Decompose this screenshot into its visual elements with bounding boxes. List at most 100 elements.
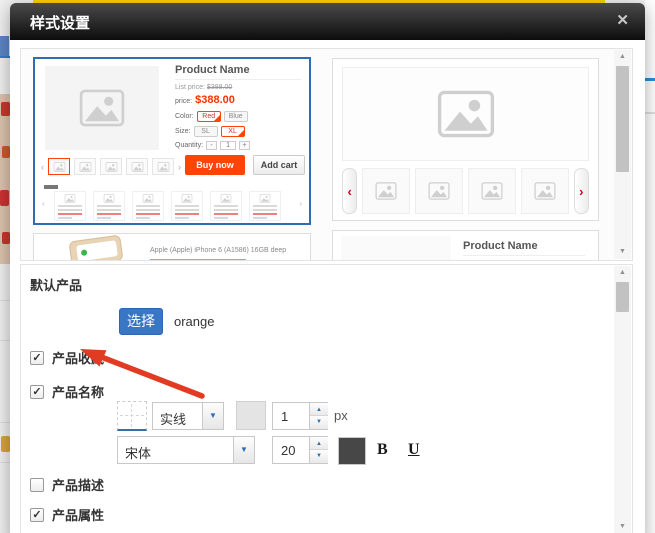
preview-color-row: Color: Red Blue	[175, 111, 248, 122]
thumbnail	[74, 158, 96, 175]
preview-price-line	[150, 259, 246, 261]
screen: 样式设置 ✕ Product Name List price: $388.00 …	[0, 0, 655, 533]
thumbnail	[126, 158, 148, 175]
chevron-right-icon: ›	[299, 199, 302, 208]
size-option-xl: XL	[221, 126, 245, 137]
checkbox-product-description[interactable]	[30, 478, 44, 492]
checkbox-product-name[interactable]: ✓	[30, 385, 44, 399]
bold-button[interactable]: B	[377, 441, 388, 459]
preview-quantity-row: Quantity: - 1 +	[175, 141, 250, 150]
style-settings-dialog: 样式设置 ✕ Product Name List price: $388.00 …	[10, 3, 645, 533]
row-product-favorite: ✓ 产品收藏	[30, 348, 104, 367]
chevron-down-icon[interactable]: ▼	[233, 437, 254, 463]
preview-price: price:$388.00	[175, 94, 235, 106]
checkbox-label: 产品属性	[52, 505, 104, 524]
checkbox-label: 产品收藏	[52, 348, 104, 367]
border-side-picker[interactable]	[117, 401, 147, 431]
thumbnail	[362, 168, 410, 214]
quantity-minus: -	[206, 141, 217, 150]
dialog-title: 样式设置	[30, 12, 90, 33]
row-product-attributes: ✓ 产品属性	[30, 505, 104, 524]
default-product-label: 默认产品	[30, 275, 82, 294]
template-card-detail2[interactable]: Product Name List price: $388.00	[332, 230, 599, 261]
related-product-card	[54, 191, 86, 221]
selected-product-value: orange	[174, 314, 214, 329]
chevron-left-icon: ‹	[342, 168, 357, 214]
scroll-up-icon[interactable]: ▲	[614, 50, 631, 64]
checkbox-label: 产品描述	[52, 475, 104, 494]
thumbnail	[521, 168, 569, 214]
product-image-placeholder	[45, 66, 159, 150]
scroll-up-icon[interactable]: ▲	[614, 266, 631, 280]
template-card-selected[interactable]: Product Name List price: $388.00 price:$…	[33, 57, 311, 225]
product-image-placeholder	[341, 236, 451, 261]
scrollbar-thumb[interactable]	[616, 66, 629, 172]
thumbnail	[468, 168, 516, 214]
related-product-card	[93, 191, 125, 221]
chevron-down-icon[interactable]: ▼	[202, 403, 223, 429]
font-color-swatch[interactable]	[338, 437, 366, 465]
preview-size-row: Size: SL XL	[175, 126, 245, 137]
preview-product-name: Product Name	[175, 64, 301, 80]
preview-product-name: Product Name	[463, 240, 585, 256]
related-products-label	[44, 185, 58, 189]
chevron-left-icon: ‹	[41, 162, 44, 172]
dialog-header: 样式设置 ✕	[10, 3, 645, 40]
border-width-spinner[interactable]: 1 ▲ ▼	[272, 402, 328, 430]
close-icon[interactable]: ✕	[616, 11, 629, 29]
thumbnail	[100, 158, 122, 175]
product-image-placeholder	[342, 67, 589, 161]
scroll-down-icon[interactable]: ▼	[614, 520, 631, 533]
preview-list-price: List price: $388.00	[175, 84, 232, 91]
border-style-select[interactable]: 实线 ▼	[152, 402, 224, 430]
quantity-value: 1	[220, 141, 236, 150]
font-size-spinner[interactable]: 20 ▲ ▼	[272, 436, 328, 464]
buy-now-button: Buy now	[185, 155, 245, 175]
related-products-section: ‹ ›	[38, 183, 306, 221]
checkbox-label: 产品名称	[52, 382, 104, 401]
size-option-sl: SL	[194, 126, 218, 137]
thumbnail	[415, 168, 463, 214]
preview-thumbnail-carousel: ‹ ›	[342, 167, 589, 215]
spinner-down-icon[interactable]: ▼	[310, 450, 328, 463]
template-card-gallery[interactable]: ‹ ›	[332, 58, 599, 221]
preview-thumbnail-strip: ‹ ›	[41, 158, 181, 175]
spinner-up-icon[interactable]: ▲	[310, 437, 328, 450]
thumbnail	[48, 158, 70, 175]
select-product-button[interactable]: 选择	[119, 308, 163, 335]
spinner-down-icon[interactable]: ▼	[310, 416, 328, 429]
spinner-up-icon[interactable]: ▲	[310, 403, 328, 416]
px-unit-label: px	[334, 408, 348, 423]
related-product-card	[249, 191, 281, 221]
related-product-card	[132, 191, 164, 221]
chevron-left-icon: ‹	[42, 199, 45, 208]
background-list-icon	[1, 436, 10, 452]
font-family-select[interactable]: 宋体 ▼	[117, 436, 255, 464]
checkbox-product-attributes[interactable]: ✓	[30, 508, 44, 522]
template-gallery: Product Name List price: $388.00 price:$…	[20, 48, 633, 261]
iphone-product-image	[68, 235, 123, 261]
add-cart-button: Add cart	[253, 155, 305, 175]
related-product-card	[171, 191, 203, 221]
row-product-description: 产品描述	[30, 475, 104, 494]
scroll-down-icon[interactable]: ▼	[614, 245, 631, 259]
preview-product-title: Apple (Apple) iPhone 6 (A1586) 16GB deep	[150, 247, 286, 254]
background-blue-button	[0, 36, 9, 56]
settings-scrollbar[interactable]: ▲ ▼	[614, 266, 631, 533]
row-product-name: ✓ 产品名称	[30, 382, 104, 401]
underline-button[interactable]: U	[408, 441, 420, 459]
chevron-right-icon: ›	[178, 162, 181, 172]
border-color-swatch[interactable]	[236, 401, 266, 430]
quantity-plus: +	[239, 141, 250, 150]
color-option-red: Red	[197, 111, 221, 122]
settings-panel: 默认产品 选择 orange ✓ 产品收藏 ✓ 产品名称 实线 ▼ 1	[20, 264, 633, 533]
chevron-right-icon: ›	[574, 168, 589, 214]
color-option-blue: Blue	[224, 111, 248, 122]
thumbnail	[152, 158, 174, 175]
template-scrollbar[interactable]: ▲ ▼	[614, 50, 631, 259]
template-card-iphone[interactable]: Apple (Apple) iPhone 6 (A1586) 16GB deep	[33, 233, 311, 261]
scrollbar-thumb[interactable]	[616, 282, 629, 312]
checkbox-product-favorite[interactable]: ✓	[30, 351, 44, 365]
background-page-right	[645, 0, 655, 533]
related-product-card	[210, 191, 242, 221]
